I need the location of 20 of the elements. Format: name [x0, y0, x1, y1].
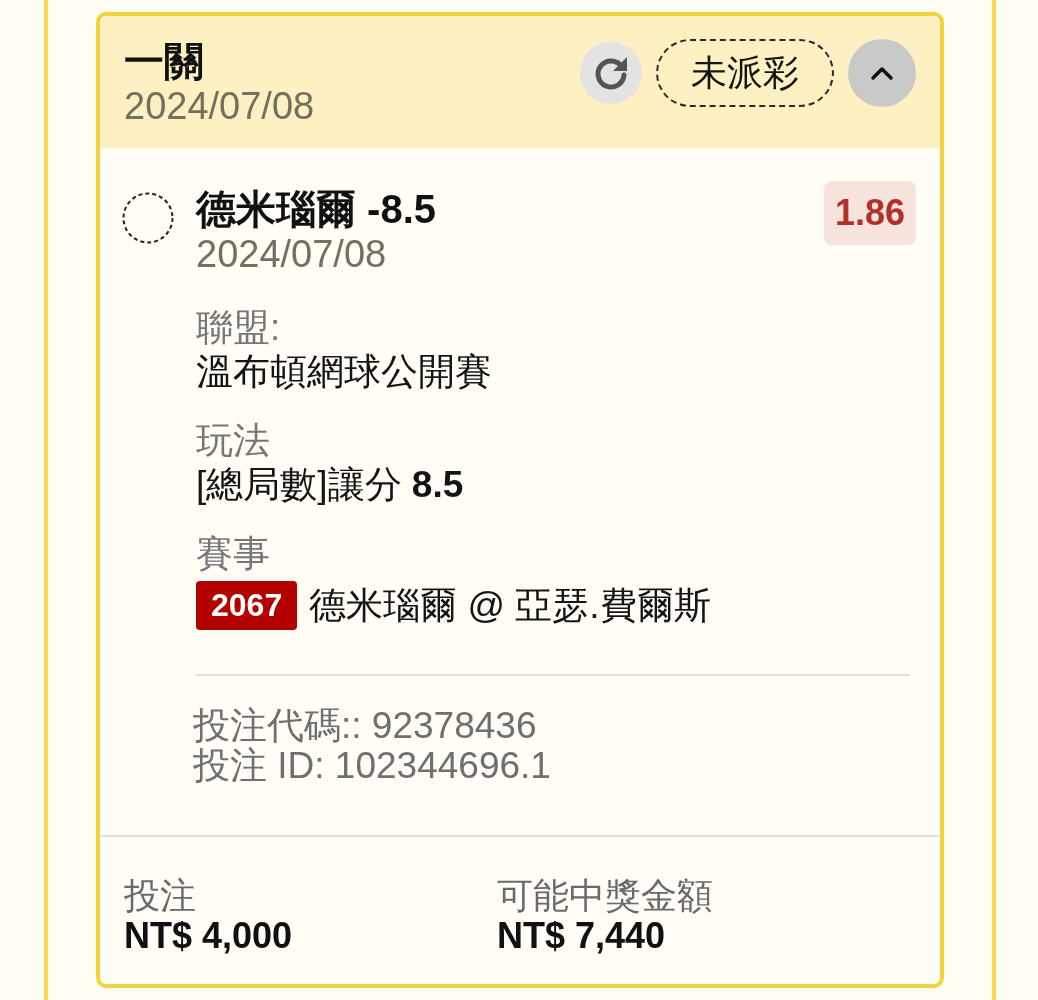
odds-tag: 1.86 — [823, 181, 916, 245]
summary-amount: NT$ 7,440 — [497, 916, 667, 956]
detail-value: [總局數]讓分 8.5 — [196, 463, 465, 507]
event-number-tag: 2067 — [196, 581, 298, 630]
bet-date-text: 2024/07/08 — [124, 84, 315, 128]
summary-label: 投注 — [124, 876, 197, 916]
bet-reference-text: 投注代碼:: 92378436 — [193, 706, 538, 746]
summary-label: 可能中獎金額 — [497, 876, 714, 916]
detail-label: 聯盟: — [196, 306, 282, 350]
payout-status-tag: 未派彩 — [656, 39, 834, 107]
chevron-up-icon — [870, 65, 894, 81]
bet-type-title: 一關 — [124, 38, 205, 84]
detail-value: 溫布頓網球公開賽 — [196, 350, 493, 394]
summary-amount: NT$ 4,000 — [124, 916, 294, 956]
event-matchup-text: 德米瑙爾 @ 亞瑟.費爾斯 — [309, 583, 711, 628]
detail-label: 玩法 — [196, 419, 271, 463]
selection-date-text: 2024/07/08 — [196, 232, 388, 276]
selection-title: 德米瑙爾 -8.5 — [196, 186, 438, 232]
bet-reference-text: 投注 ID: 102344696.1 — [193, 746, 552, 786]
detail-label: 賽事 — [196, 532, 271, 576]
